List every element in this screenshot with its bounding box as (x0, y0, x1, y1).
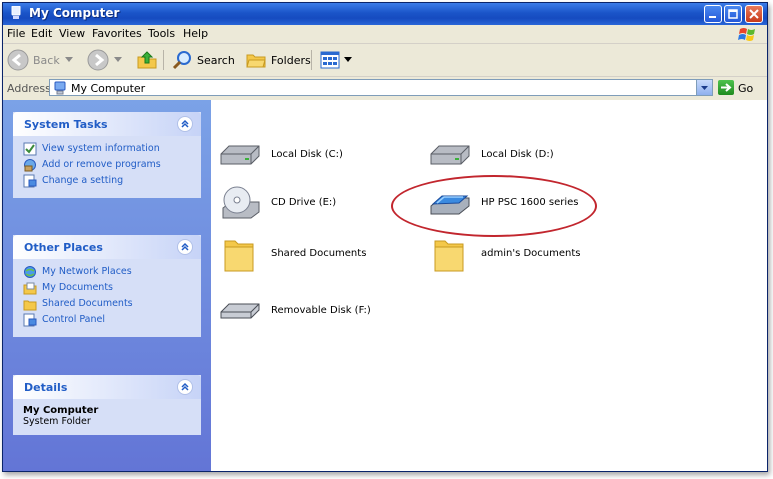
up-folder-button[interactable] (136, 48, 158, 72)
details-panel: Details My Computer System Folder (13, 375, 201, 435)
other-places-header[interactable]: Other Places (13, 235, 201, 259)
my-computer-icon (54, 81, 66, 95)
task-label: Add or remove programs (42, 159, 161, 170)
address-dropdown-button[interactable] (696, 80, 712, 95)
task-view-system-information[interactable]: View system information (23, 142, 191, 157)
place-shared-documents[interactable]: Shared Documents (23, 297, 191, 312)
task-pane: System Tasks View system information Add… (3, 100, 211, 471)
back-label: Back (33, 53, 60, 67)
go-button[interactable] (718, 80, 734, 95)
views-icon (320, 51, 340, 69)
cd-drive-icon (222, 186, 260, 219)
my-computer-window: My Computer File Edit View Favorites Too… (2, 2, 768, 472)
chevron-up-icon (181, 119, 189, 128)
task-change-setting[interactable]: Change a setting (23, 174, 191, 189)
minimize-button[interactable] (704, 5, 722, 23)
removable-disk-icon (220, 303, 260, 319)
add-remove-programs-icon (24, 159, 36, 172)
address-value: My Computer (71, 82, 146, 95)
address-label: Address (7, 82, 51, 95)
item-label: Shared Documents (271, 248, 367, 259)
task-label: Change a setting (42, 175, 124, 186)
chevron-up-icon (181, 382, 189, 391)
toolbar: Back Search Folders (3, 44, 767, 77)
other-places-panel: Other Places My Network Places My Docume… (13, 235, 201, 337)
system-info-icon (23, 142, 37, 156)
window-title: My Computer (29, 6, 120, 20)
place-label: My Documents (42, 282, 114, 293)
item-label: Local Disk (D:) (481, 149, 554, 160)
system-tasks-panel: System Tasks View system information Add… (13, 112, 201, 198)
address-input[interactable]: My Computer (49, 79, 713, 96)
panel-title: Details (24, 381, 68, 394)
item-label: Local Disk (C:) (271, 149, 343, 160)
hard-drive-icon (430, 145, 470, 165)
item-label: admin's Documents (481, 248, 581, 259)
panel-title: Other Places (24, 241, 103, 254)
maximize-button[interactable] (724, 5, 742, 23)
system-tasks-header[interactable]: System Tasks (13, 112, 201, 136)
folder-icon (434, 240, 464, 272)
views-button[interactable] (319, 48, 352, 72)
highlight-ring (391, 175, 597, 237)
task-label: View system information (42, 143, 160, 154)
menu-tools[interactable]: Tools (148, 27, 175, 40)
chevron-down-icon (114, 57, 122, 62)
toolbar-separator (163, 50, 164, 70)
place-my-documents[interactable]: My Documents (23, 281, 191, 296)
chevron-down-icon (701, 86, 708, 90)
go-label[interactable]: Go (738, 82, 753, 95)
menu-edit[interactable]: Edit (31, 27, 52, 40)
toolbar-separator (311, 50, 312, 70)
item-label: Removable Disk (F:) (271, 305, 371, 316)
chevron-down-icon (344, 57, 352, 62)
network-places-icon (24, 266, 36, 278)
menu-file[interactable]: File (7, 27, 25, 40)
item-label: CD Drive (E:) (271, 197, 337, 208)
collapse-button[interactable] (177, 379, 193, 395)
go-arrow-icon (721, 83, 732, 92)
back-arrow-icon (7, 49, 29, 71)
title-bar[interactable]: My Computer (3, 3, 767, 25)
task-add-remove-programs[interactable]: Add or remove programs (23, 158, 191, 173)
search-label: Search (197, 53, 235, 67)
place-my-network-places[interactable]: My Network Places (23, 265, 191, 280)
search-icon (172, 51, 191, 70)
chevron-up-icon (181, 242, 189, 251)
search-button[interactable]: Search (171, 48, 235, 72)
menu-view[interactable]: View (59, 27, 85, 40)
details-header[interactable]: Details (13, 375, 201, 399)
control-panel-icon (23, 174, 37, 188)
folders-icon (246, 54, 266, 68)
menu-bar: File Edit View Favorites Tools Help (3, 25, 767, 44)
content-pane: Local Disk (C:) Local Disk (D:) CD Drive… (211, 100, 767, 471)
hard-drive-icon (220, 145, 260, 165)
close-button[interactable] (745, 5, 763, 23)
shared-folder-icon (23, 300, 37, 311)
collapse-button[interactable] (177, 239, 193, 255)
forward-arrow-icon (87, 49, 109, 71)
folders-button[interactable]: Folders (245, 48, 311, 72)
forward-button[interactable] (87, 48, 122, 72)
up-folder-icon (137, 51, 157, 69)
place-label: Shared Documents (42, 298, 133, 309)
folder-icon (224, 240, 254, 272)
my-documents-icon (23, 282, 37, 295)
windows-logo-icon (738, 28, 755, 41)
place-label: Control Panel (42, 314, 105, 325)
panel-title: System Tasks (24, 118, 108, 131)
menu-help[interactable]: Help (183, 27, 208, 40)
place-control-panel[interactable]: Control Panel (23, 313, 191, 328)
details-name: My Computer (23, 405, 99, 416)
back-button[interactable]: Back (7, 48, 73, 72)
chevron-down-icon (64, 57, 73, 62)
control-panel-icon (23, 313, 37, 327)
folders-label: Folders (271, 53, 311, 67)
my-computer-icon (11, 6, 21, 19)
collapse-button[interactable] (177, 116, 193, 132)
details-type: System Folder (23, 416, 91, 427)
address-bar: Address My Computer Go (3, 77, 767, 99)
place-label: My Network Places (42, 266, 132, 277)
menu-favorites[interactable]: Favorites (92, 27, 142, 40)
